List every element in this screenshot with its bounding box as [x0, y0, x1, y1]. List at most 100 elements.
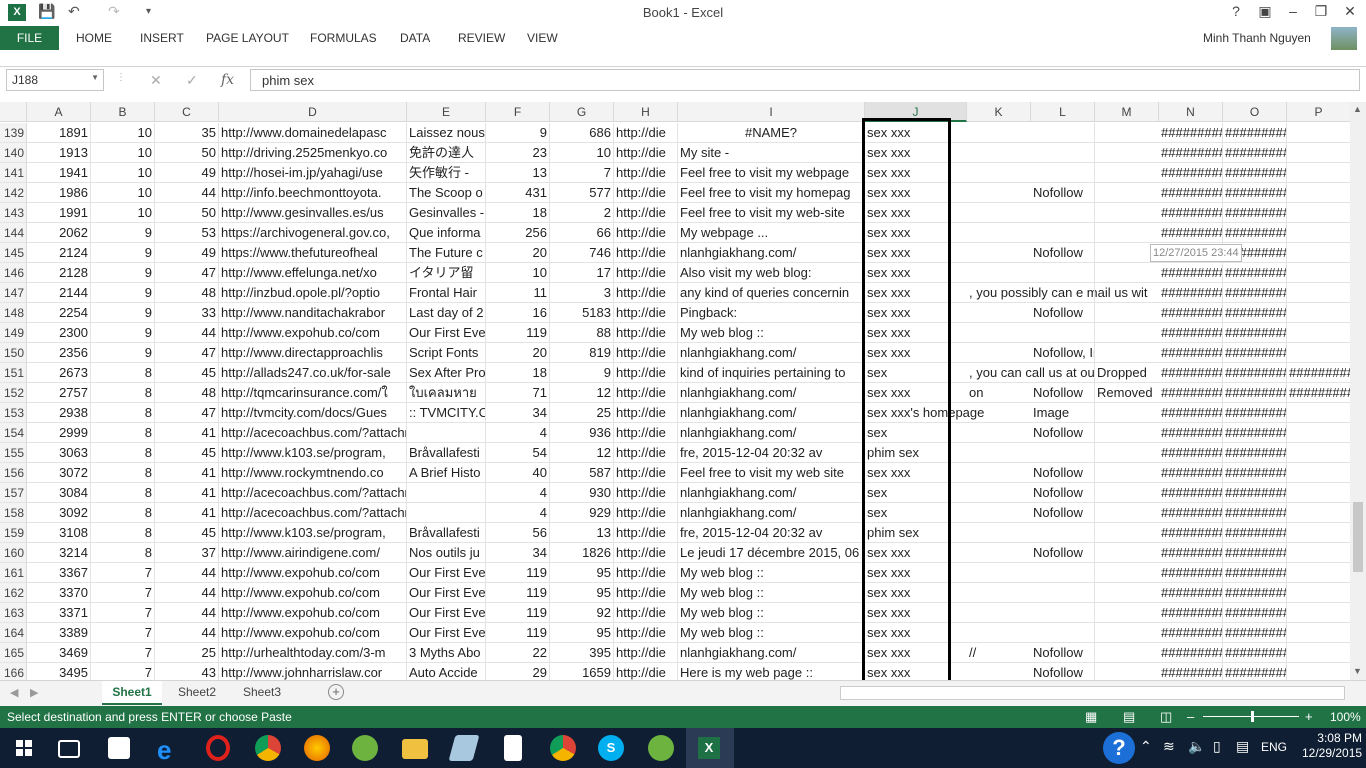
- cell-b[interactable]: 9: [91, 243, 155, 263]
- tab-formulas[interactable]: FORMULAS: [310, 31, 377, 45]
- cell-d[interactable]: http://tvmcity.com/docs/Gues: [219, 403, 407, 423]
- cell-o[interactable]: #########: [1223, 183, 1287, 203]
- cell-a[interactable]: 3214: [27, 543, 91, 563]
- cell-g[interactable]: 10: [550, 143, 614, 163]
- cell-h[interactable]: http://die: [614, 443, 678, 463]
- cell-d[interactable]: http://www.expohub.co/com: [219, 603, 407, 623]
- cell-a[interactable]: 3108: [27, 523, 91, 543]
- cell-l[interactable]: [1031, 263, 1095, 283]
- cell-i[interactable]: nlanhgiakhang.com/: [678, 403, 865, 423]
- cell-e[interactable]: Last day of 2: [407, 303, 486, 323]
- cell-m[interactable]: [1095, 223, 1159, 243]
- cell-e[interactable]: Bråvallafesti: [407, 443, 486, 463]
- cell-h[interactable]: http://die: [614, 263, 678, 283]
- cell-p[interactable]: [1287, 203, 1350, 223]
- cell-i[interactable]: My web blog ::: [678, 323, 865, 343]
- cell-l[interactable]: Nofollow: [1031, 423, 1095, 443]
- cell-o[interactable]: #########: [1223, 283, 1287, 303]
- cell-c[interactable]: 44: [155, 183, 219, 203]
- cell-a[interactable]: 1986: [27, 183, 91, 203]
- cell-e[interactable]: 矢作敏行 -: [407, 163, 486, 183]
- cell-m[interactable]: [1095, 623, 1159, 643]
- cell-h[interactable]: http://die: [614, 483, 678, 503]
- cell-g[interactable]: 95: [550, 563, 614, 583]
- cell-f[interactable]: 256: [486, 223, 550, 243]
- cell-c[interactable]: 44: [155, 323, 219, 343]
- column-header-j[interactable]: J: [865, 102, 967, 122]
- cell-h[interactable]: http://die: [614, 403, 678, 423]
- cell-g[interactable]: 936: [550, 423, 614, 443]
- cell-l[interactable]: [1031, 223, 1095, 243]
- cell-e[interactable]: The Future c: [407, 243, 486, 263]
- cell-e[interactable]: [407, 423, 486, 443]
- cell-e[interactable]: Our First Eve: [407, 603, 486, 623]
- cell-l[interactable]: Nofollow: [1031, 303, 1095, 323]
- cell-m[interactable]: [1095, 523, 1159, 543]
- page-layout-view-icon[interactable]: ▤: [1123, 706, 1135, 728]
- cell-d[interactable]: http://www.rockymtnendo.co: [219, 463, 407, 483]
- cell-j[interactable]: sex xxx's homepage: [865, 403, 984, 423]
- cell-h[interactable]: http://die: [614, 643, 678, 663]
- cell-j[interactable]: sex xxx: [865, 143, 967, 163]
- cell-h[interactable]: http://die: [614, 303, 678, 323]
- cell-h[interactable]: http://die: [614, 383, 678, 403]
- cell-k[interactable]: [967, 623, 1031, 643]
- cell-i[interactable]: nlanhgiakhang.com/: [678, 503, 865, 523]
- row-header[interactable]: 143: [0, 203, 27, 223]
- cell-h[interactable]: http://die: [614, 203, 678, 223]
- cell-b[interactable]: 8: [91, 483, 155, 503]
- cell-j[interactable]: sex xxx: [865, 303, 967, 323]
- row-header[interactable]: 149: [0, 323, 27, 343]
- cell-d[interactable]: https://archivogeneral.gov.co,: [219, 223, 407, 243]
- column-header-e[interactable]: E: [407, 102, 486, 122]
- row-header[interactable]: 148: [0, 303, 27, 323]
- cell-p[interactable]: [1287, 583, 1350, 603]
- row-header[interactable]: 164: [0, 623, 27, 643]
- cell-p[interactable]: [1287, 323, 1350, 343]
- cell-b[interactable]: 8: [91, 543, 155, 563]
- column-header-a[interactable]: A: [27, 102, 91, 122]
- cell-p[interactable]: [1287, 563, 1350, 583]
- cell-a[interactable]: 3389: [27, 623, 91, 643]
- cell-n[interactable]: #########: [1159, 223, 1223, 243]
- cell-k[interactable]: [967, 443, 1031, 463]
- cell-p[interactable]: #########: [1287, 383, 1350, 403]
- row-header[interactable]: 150: [0, 343, 27, 363]
- cell-l[interactable]: [1031, 563, 1095, 583]
- cell-h[interactable]: http://die: [614, 623, 678, 643]
- cell-j[interactable]: sex xxx: [865, 663, 967, 680]
- cell-d[interactable]: http://www.gesinvalles.es/us: [219, 203, 407, 223]
- cell-e[interactable]: [407, 483, 486, 503]
- tab-home[interactable]: HOME: [76, 31, 112, 45]
- row-header[interactable]: 154: [0, 423, 27, 443]
- cell-g[interactable]: 1826: [550, 543, 614, 563]
- row-header[interactable]: 161: [0, 563, 27, 583]
- cell-m[interactable]: [1095, 423, 1159, 443]
- cell-b[interactable]: 7: [91, 603, 155, 623]
- network-icon[interactable]: ≋: [1163, 738, 1175, 755]
- cell-p[interactable]: [1287, 223, 1350, 243]
- cell-g[interactable]: 587: [550, 463, 614, 483]
- cell-b[interactable]: 10: [91, 203, 155, 223]
- cell-d[interactable]: http://www.domainedelapasc: [219, 123, 407, 143]
- cell-i[interactable]: Feel free to visit my homepag: [678, 183, 865, 203]
- cell-i[interactable]: My web blog ::: [678, 563, 865, 583]
- cell-p[interactable]: [1287, 463, 1350, 483]
- language-indicator[interactable]: ENG: [1261, 740, 1287, 754]
- cell-c[interactable]: 33: [155, 303, 219, 323]
- coccoc-icon[interactable]: [648, 735, 674, 761]
- cell-l[interactable]: [1031, 283, 1095, 303]
- cell-h[interactable]: http://die: [614, 503, 678, 523]
- cell-c[interactable]: 49: [155, 163, 219, 183]
- cell-l[interactable]: [1031, 363, 1095, 383]
- cell-o[interactable]: #########: [1223, 583, 1287, 603]
- cell-m[interactable]: [1095, 603, 1159, 623]
- cell-p[interactable]: [1287, 263, 1350, 283]
- cell-f[interactable]: 71: [486, 383, 550, 403]
- cell-n[interactable]: #########: [1159, 603, 1223, 623]
- cell-h[interactable]: http://die: [614, 563, 678, 583]
- cell-n[interactable]: #########: [1159, 183, 1223, 203]
- cell-l[interactable]: [1031, 143, 1095, 163]
- cell-f[interactable]: 40: [486, 463, 550, 483]
- cell-l[interactable]: [1031, 123, 1095, 143]
